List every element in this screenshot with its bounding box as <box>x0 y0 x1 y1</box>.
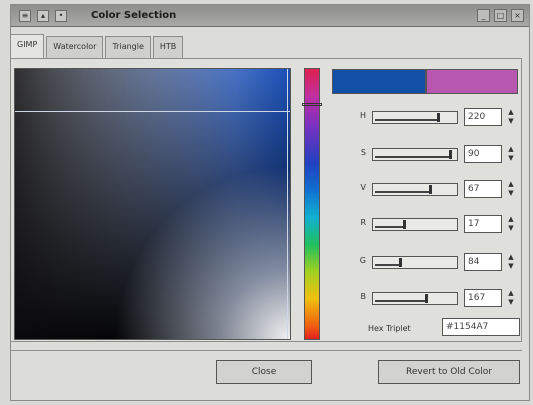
tab-triangle[interactable]: Triangle <box>105 36 151 58</box>
channel-slider-v[interactable] <box>372 183 458 196</box>
channel-label: H <box>359 111 366 120</box>
channel-row-r: R 17 ▲ ▼ <box>330 213 520 235</box>
channel-value-v[interactable]: 67 <box>464 180 502 198</box>
hue-strip[interactable] <box>304 68 320 340</box>
stick-icon[interactable]: • <box>55 10 67 22</box>
channel-value-s[interactable]: 90 <box>464 145 502 163</box>
spinner-icon[interactable]: ▲ ▼ <box>506 180 516 198</box>
channel-label: S <box>360 148 366 157</box>
crosshair-vertical <box>287 69 288 339</box>
channel-slider-b[interactable] <box>372 292 458 305</box>
hex-label: Hex Triplet <box>368 324 411 333</box>
channel-label: V <box>360 183 366 192</box>
spinner-icon[interactable]: ▲ ▼ <box>506 215 516 233</box>
channel-value-g[interactable]: 84 <box>464 253 502 271</box>
hex-input[interactable]: #1154A7 <box>442 318 520 336</box>
shade-icon[interactable]: ▴ <box>37 10 49 22</box>
channel-slider-s[interactable] <box>372 148 458 161</box>
channel-label: R <box>360 218 366 227</box>
close-window-icon[interactable]: × <box>511 9 524 22</box>
minimize-icon[interactable]: _ <box>477 9 490 22</box>
tab-htb[interactable]: HTB <box>152 36 184 58</box>
channel-value-r[interactable]: 17 <box>464 215 502 233</box>
spinner-icon[interactable]: ▲ ▼ <box>506 145 516 163</box>
channel-row-v: V 67 ▲ ▼ <box>330 178 520 200</box>
channel-row-h: H 220 ▲ ▼ <box>330 106 520 128</box>
old-color-swatch[interactable] <box>426 69 518 94</box>
channel-row-s: S 90 ▲ ▼ <box>330 143 520 165</box>
selector-tabs: GIMP Watercolor Triangle HTB <box>10 34 185 58</box>
new-color-swatch <box>332 69 426 94</box>
saturation-value-square[interactable] <box>14 68 291 340</box>
hue-marker[interactable] <box>302 103 322 106</box>
title-bar[interactable]: ≡ ▴ • Color Selection _ □ × <box>11 5 529 27</box>
channel-slider-r[interactable] <box>372 218 458 231</box>
spinner-icon[interactable]: ▲ ▼ <box>506 289 516 307</box>
channel-label: B <box>360 292 367 301</box>
channel-row-b: B 167 ▲ ▼ <box>330 287 520 309</box>
channel-row-g: G 84 ▲ ▼ <box>330 251 520 273</box>
channel-slider-h[interactable] <box>372 111 458 124</box>
maximize-icon[interactable]: □ <box>494 9 507 22</box>
channel-value-b[interactable]: 167 <box>464 289 502 307</box>
revert-button[interactable]: Revert to Old Color <box>378 360 520 384</box>
tab-gimp[interactable]: GIMP <box>10 34 45 58</box>
channel-label: G <box>359 256 366 265</box>
spinner-icon[interactable]: ▲ ▼ <box>506 253 516 271</box>
channel-value-h[interactable]: 220 <box>464 108 502 126</box>
close-button[interactable]: Close <box>216 360 312 384</box>
crosshair-horizontal <box>15 111 290 112</box>
tab-watercolor[interactable]: Watercolor <box>46 36 104 58</box>
window-menu-icon[interactable]: ≡ <box>19 10 31 22</box>
window-title: Color Selection <box>91 10 177 21</box>
spinner-icon[interactable]: ▲ ▼ <box>506 108 516 126</box>
channel-slider-g[interactable] <box>372 256 458 269</box>
